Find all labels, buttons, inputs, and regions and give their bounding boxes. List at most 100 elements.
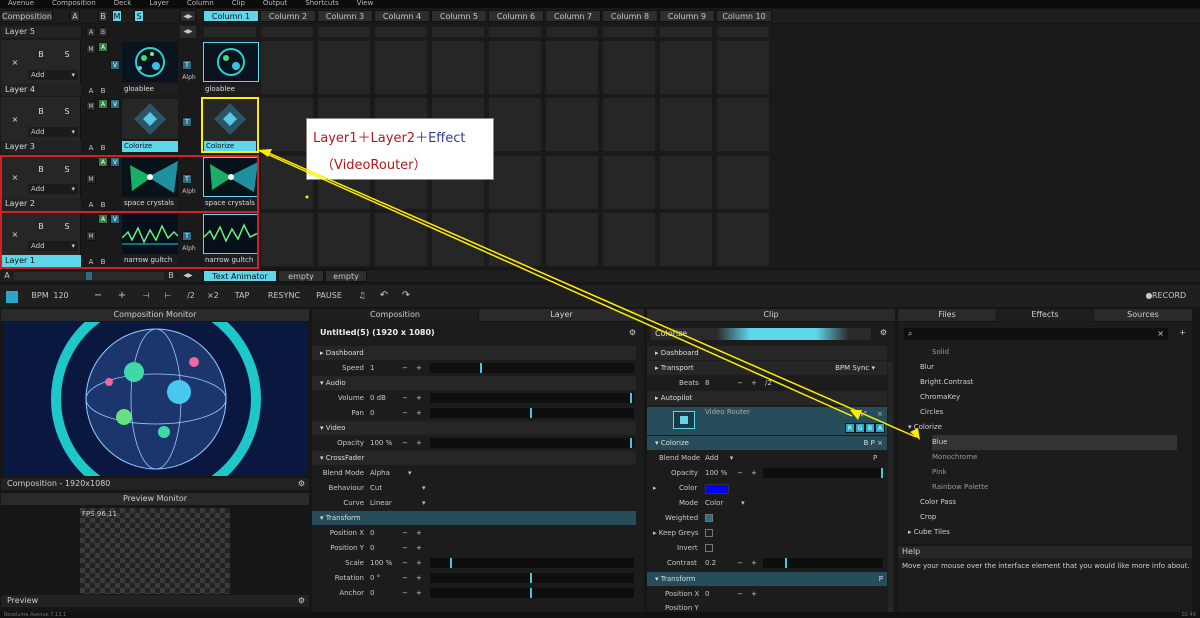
empty-clip-slot[interactable] [659,212,713,267]
layer-4-b-button[interactable]: B [30,44,52,66]
comp-section-audio[interactable]: ▾ Audio [312,376,636,390]
redo-icon[interactable]: ↷ [400,290,412,302]
gear-icon[interactable]: ⚙ [629,328,636,337]
layer-3-a-label[interactable]: A [86,142,96,152]
layer-5-clip-slot[interactable] [431,26,485,38]
menu-view[interactable]: View [357,0,374,8]
slider-handle[interactable] [530,588,532,598]
clip-scrollbar[interactable] [888,362,893,612]
bpm-minus-button[interactable]: − [92,290,104,302]
clip-section-transform[interactable]: ▾ Transform P [647,572,887,586]
crossfader-slider[interactable] [14,272,164,280]
empty-clip-slot[interactable] [602,40,656,95]
empty-clip-slot[interactable] [488,155,542,210]
channel-g-toggle[interactable]: G [855,423,865,433]
empty-clip-slot[interactable] [488,97,542,152]
empty-clip-slot[interactable] [716,155,770,210]
empty-clip-slot[interactable] [431,40,485,95]
layer-5-box[interactable]: Layer 5 [1,26,81,38]
empty-clip-slot[interactable] [716,40,770,95]
layer-4-alph-label[interactable]: Alph [180,72,198,82]
menu-output[interactable]: Output [263,0,287,8]
crossfader-b-label[interactable]: B [166,270,176,282]
empty-clip-slot[interactable] [545,40,599,95]
blend-mode-dropdown[interactable]: Add ▾ [705,451,733,465]
opacity-slider-handle[interactable] [881,468,883,478]
record-button[interactable]: RECORD [1152,290,1186,302]
layer-3-add-dropdown[interactable]: Add ▾ [28,127,78,137]
layer-4-v-toggle[interactable]: V [110,60,120,70]
empty-clip-slot[interactable] [716,212,770,267]
decrement-button[interactable]: − [402,541,408,555]
layer-3-b-button[interactable]: B [30,101,52,123]
layer-4-a-toggle[interactable]: A [98,42,108,52]
tab-composition[interactable]: Composition [312,309,478,321]
deck-skip[interactable]: ◀▶ [180,270,196,282]
opacity-minus[interactable]: − [737,466,743,480]
chevron-down-icon[interactable]: ▾ [408,466,412,480]
menu-composition[interactable]: Composition [52,0,96,8]
gear-icon[interactable]: ⚙ [298,478,305,490]
layer-5-clip-slot[interactable] [374,26,428,38]
tab-clip[interactable]: Clip [647,309,895,321]
skip-buttons[interactable]: ◀▶ [180,10,196,22]
layer-5-clip-slot[interactable] [488,26,542,38]
triangle-right-icon[interactable]: ▸ [653,481,657,495]
layer-3-t-toggle[interactable]: T [182,117,192,127]
effect-item[interactable]: ChromaKey [920,390,960,405]
tab-sources[interactable]: Sources [1094,309,1192,321]
tab-files[interactable]: Files [898,309,996,321]
menu-column[interactable]: Column [187,0,214,8]
comp-prop-value[interactable]: 100 % [370,556,392,570]
mode-dropdown[interactable]: Color ▾ [705,496,745,510]
menu-avenue[interactable]: Avenue [8,0,34,8]
slider-handle[interactable] [450,558,452,568]
column-2-button[interactable]: Column 2 [260,10,316,22]
comp-section-video[interactable]: ▾ Video [312,421,636,435]
colorize-effect-controls[interactable]: B P × [864,436,883,450]
empty-clip-slot[interactable] [260,40,314,95]
gear-icon[interactable]: ⚙ [880,328,887,337]
layer-4-t-toggle[interactable]: T [182,60,192,70]
clip-name-field[interactable]: Colorize [651,328,871,340]
contrast-plus[interactable]: + [751,556,757,570]
keep-greys-checkbox[interactable] [705,529,713,537]
chevron-down-icon[interactable]: ▾ [422,481,426,495]
layer-3-clip-thumb-1[interactable] [122,99,178,139]
comp-section-dashboard[interactable]: ▸ Dashboard [312,346,636,360]
column-10-button[interactable]: Column 10 [716,10,772,22]
menu-shortcuts[interactable]: Shortcuts [305,0,338,8]
effects-search-input[interactable]: ⌕ × [904,328,1168,340]
decrement-button[interactable]: − [402,406,408,420]
weighted-checkbox[interactable] [705,514,713,522]
empty-clip-slot[interactable] [317,212,371,267]
crossfader-handle[interactable] [86,272,92,280]
preview-monitor-view[interactable]: FPS 96.11 [80,508,230,594]
empty-clip-slot[interactable] [602,97,656,152]
decrement-button[interactable]: − [402,571,408,585]
channel-a-toggle[interactable]: A [875,423,885,433]
increment-button[interactable]: + [416,541,422,555]
tab-effects[interactable]: Effects [997,309,1093,321]
clip-section-colorize[interactable]: ▾ Colorize B P × [647,436,887,450]
layer-4-b-label[interactable]: B [98,85,108,95]
crossfader-a-label[interactable]: A [2,270,12,282]
comp-prop-value[interactable]: 1 [370,361,374,375]
layer-5-clip-slot[interactable] [602,26,656,38]
decrement-button[interactable]: − [402,361,408,375]
increment-button[interactable]: + [416,436,422,450]
empty-clip-slot[interactable] [545,212,599,267]
channel-b-toggle[interactable]: B [865,423,875,433]
metronome-icon[interactable]: ♫ [356,290,368,302]
layer-3-v-toggle[interactable]: V [110,99,120,109]
layer-5-a-button[interactable]: A [86,27,96,37]
clip-section-autopilot[interactable]: ▸ Autopilot [647,391,887,405]
effect-item[interactable]: ▸ Cube Tiles [908,525,950,540]
contrast-slider[interactable] [763,558,883,568]
increment-button[interactable]: + [416,361,422,375]
decrement-button[interactable]: − [402,391,408,405]
layer-4-close-icon[interactable]: × [4,52,26,74]
empty-clip-slot[interactable] [374,212,428,267]
empty-clip-slot[interactable] [659,97,713,152]
comp-prop-value[interactable]: Alpha [370,466,390,480]
